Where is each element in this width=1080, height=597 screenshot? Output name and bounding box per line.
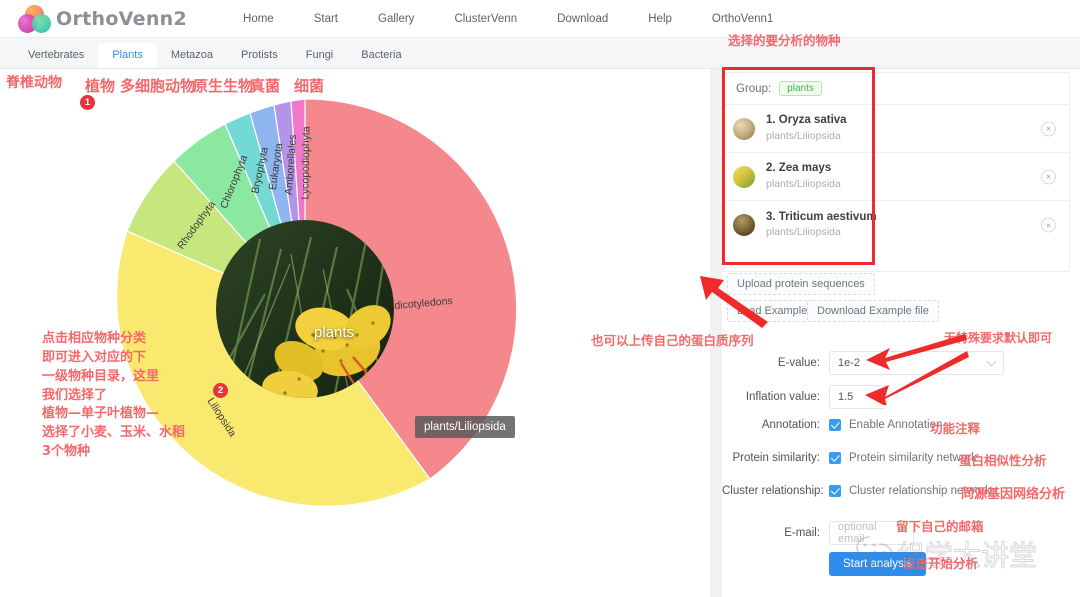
species-path: plants/Liliopsida [766, 129, 841, 142]
tab-vertebrates[interactable]: Vertebrates [14, 43, 98, 68]
category-tabbar: Vertebrates Plants Metazoa Protists Fung… [0, 38, 1080, 69]
chevron-down-icon [986, 356, 997, 367]
inflation-row: Inflation value: 1.5 [722, 385, 887, 409]
table-row[interactable]: 1. Oryza sativa plants/Liliopsida × [724, 105, 1069, 153]
protein-similarity-label: Protein similarity: [732, 452, 820, 464]
sunburst-chart[interactable]: eudicotyledons Liliopsida Rhodophyta Chl… [85, 89, 525, 529]
cluster-relationship-row: Cluster relationship: Cluster relationsh… [722, 485, 991, 497]
annotation-left-instructions: 点击相应物种分类 即可进入对应的下 一级物种目录，这里 我们选择了 植物—单子叶… [42, 331, 186, 460]
load-example-button[interactable]: Load Example [727, 300, 818, 322]
evalue-value: 1e-2 [838, 357, 861, 369]
nav-links: Home Start Gallery ClusterVenn Download … [223, 13, 793, 25]
nav-link-download[interactable]: Download [537, 13, 628, 25]
annotation-row: Annotation: Enable Annotation [722, 419, 942, 431]
protein-similarity-checkbox[interactable] [829, 452, 841, 464]
nav-link-start[interactable]: Start [294, 13, 358, 25]
species-path: plants/Liliopsida [766, 226, 841, 239]
evalue-select[interactable]: 1e-2 [829, 351, 1004, 375]
species-thumbnail-wheat [733, 214, 755, 236]
chart-tooltip: plants/Liliopsida [415, 416, 515, 438]
nav-link-clustervenn[interactable]: ClusterVenn [434, 13, 537, 25]
annotation-function-hint: 功能注释 [930, 421, 981, 436]
species-name: 2. Zea mays [766, 162, 832, 175]
annotation-cluster-hint: 同源基因网络分析 [961, 487, 1066, 502]
tab-protists[interactable]: Protists [227, 43, 292, 68]
nav-link-home[interactable]: Home [223, 13, 294, 25]
remove-species-icon[interactable]: × [1041, 217, 1056, 233]
orthovenn-logo-icon [18, 4, 52, 33]
annotation-email-hint: 留下自己的邮箱 [896, 519, 984, 534]
group-tag[interactable]: plants [779, 81, 822, 96]
email-label: E-mail: [784, 527, 820, 539]
tab-bacteria[interactable]: Bacteria [347, 43, 415, 68]
annotation-start-hint: 点击开始分析 [903, 556, 979, 571]
logo-text: OrthoVenn2 [56, 7, 188, 30]
tab-metazoa[interactable]: Metazoa [157, 43, 227, 68]
nav-link-gallery[interactable]: Gallery [358, 13, 434, 25]
enable-annotation-label: Enable Annotation [849, 419, 943, 431]
cluster-relationship-checkbox[interactable] [829, 485, 841, 497]
species-path: plants/Liliopsida [766, 177, 841, 190]
annotation-label: Annotation: [761, 419, 820, 431]
table-row[interactable]: 3. Triticum aestivum plants/Liliopsida × [724, 201, 1069, 249]
inflation-label: Inflation value: [745, 391, 820, 403]
protein-similarity-row: Protein similarity: Protein similarity n… [722, 452, 977, 464]
email-placeholder: optional email [838, 521, 877, 545]
table-row[interactable]: 2. Zea mays plants/Liliopsida × [724, 153, 1069, 201]
group-row: Group: plants [724, 73, 1069, 105]
annotation-protsim-hint: 蛋白相似性分析 [959, 453, 1047, 468]
inflation-value: 1.5 [838, 391, 854, 403]
species-thumbnail-maize [733, 165, 755, 188]
inflation-input[interactable]: 1.5 [829, 385, 887, 409]
enable-annotation-checkbox[interactable] [829, 419, 841, 431]
species-name: 1. Oryza sativa [766, 114, 847, 127]
selected-species-card: Group: plants 1. Oryza sativa plants/Lil… [723, 72, 1070, 272]
evalue-row: E-value: 1e-2 [722, 351, 1004, 375]
tab-fungi[interactable]: Fungi [292, 43, 348, 68]
nav-link-orthovenn1[interactable]: OrthoVenn1 [692, 13, 793, 25]
remove-species-icon[interactable]: × [1041, 121, 1056, 136]
species-name: 3. Triticum aestivum [766, 210, 877, 223]
evalue-label: E-value: [777, 357, 820, 369]
annotation-selected-species-cn: 选择的要分析的物种 [728, 33, 841, 48]
upload-protein-sequences-button[interactable]: Upload protein sequences [727, 273, 875, 295]
step-badge-2: 2 [213, 383, 228, 398]
chart-center-label: plants [313, 324, 355, 341]
nav-link-help[interactable]: Help [628, 13, 692, 25]
species-thumbnail-rice [733, 117, 755, 140]
annotation-upload-hint: 也可以上传自己的蛋白质序列 [591, 333, 754, 348]
tab-plants[interactable]: Plants [98, 43, 157, 68]
remove-species-icon[interactable]: × [1041, 169, 1056, 184]
group-label: Group: [736, 82, 772, 95]
cluster-relationship-label: Cluster relationship: [722, 485, 824, 497]
segment-label-lycopodiophyta: Lycopodiophyta [299, 126, 312, 200]
annotation-default-hint: 无特殊要求默认即可 [944, 331, 1053, 345]
download-example-file-button[interactable]: Download Example file [807, 300, 939, 322]
sunburst-svg: eudicotyledons Liliopsida Rhodophyta Chl… [116, 98, 518, 507]
top-navbar: OrthoVenn2 Home Start Gallery ClusterVen… [0, 0, 1080, 38]
email-row: E-mail: optional email [722, 521, 914, 545]
logo[interactable]: OrthoVenn2 [18, 4, 188, 33]
protein-similarity-checkbox-label: Protein similarity network [849, 452, 977, 464]
